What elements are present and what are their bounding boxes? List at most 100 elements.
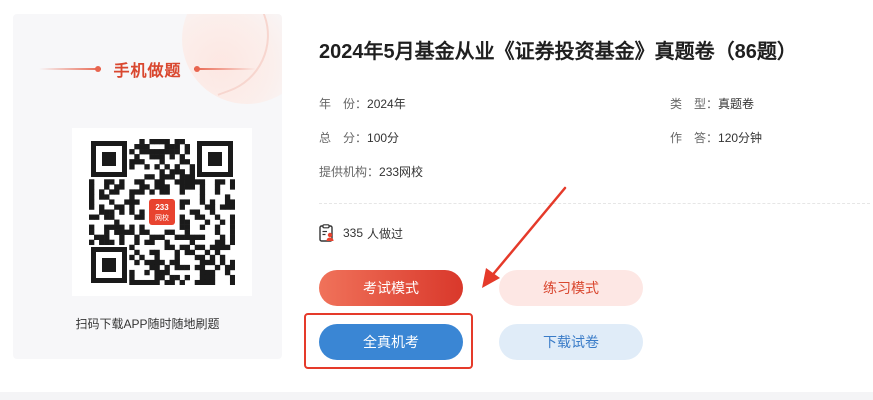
exam-title: 2024年5月基金从业《证券投资基金》真题卷（86题） <box>319 41 797 63</box>
qr-module <box>199 279 206 285</box>
qr-module <box>184 199 190 205</box>
qr-module <box>119 209 125 215</box>
meta-year-value: 2024年 <box>367 97 406 111</box>
qr-module <box>194 244 201 251</box>
qr-module <box>209 259 216 266</box>
qr-module <box>149 279 155 285</box>
qr-module <box>214 179 221 185</box>
qr-module <box>169 274 175 281</box>
qr-module <box>204 219 211 225</box>
qr-module <box>199 274 206 281</box>
qr-module <box>94 234 100 240</box>
qr-module <box>219 204 226 210</box>
qr-module <box>174 264 180 271</box>
qr-module <box>184 179 190 185</box>
qr-module <box>89 194 95 200</box>
qr-module <box>129 279 135 285</box>
title-deco-left <box>39 66 102 72</box>
qr-module <box>99 239 105 246</box>
qr-module <box>154 139 160 145</box>
qr-module <box>229 214 235 220</box>
qr-module <box>149 264 155 271</box>
exam-mode-button[interactable]: 考试模式 <box>319 270 463 306</box>
qr-module <box>209 204 216 210</box>
qr-module <box>169 169 175 175</box>
qr-module <box>104 229 110 235</box>
qr-module <box>229 224 235 230</box>
qr-module <box>164 184 170 190</box>
qr-module <box>134 234 140 240</box>
qr-module <box>224 194 231 200</box>
page: 手机做题 233 网校 扫码下载APP随时随地刷题 2024年5月基金从业《证券… <box>0 0 873 400</box>
qr-module <box>139 254 145 261</box>
qr-module <box>194 179 201 185</box>
done-count-row: 335 人做过 <box>319 223 403 243</box>
qr-module <box>169 259 175 266</box>
qr-module <box>89 199 95 205</box>
qr-module <box>189 179 196 185</box>
meta-provider-label: 提供机构： <box>319 165 380 179</box>
download-paper-button[interactable]: 下载试卷 <box>499 324 643 360</box>
qr-module <box>174 139 180 145</box>
qr-code: 233 网校 <box>72 128 252 296</box>
logo-text-top: 233 <box>155 203 169 212</box>
qr-module <box>119 239 125 246</box>
qr-module <box>214 239 221 246</box>
qr-module <box>199 214 206 220</box>
qr-module <box>199 244 206 251</box>
qr-module <box>174 259 180 266</box>
qr-code-image: 233 网校 <box>89 139 235 285</box>
qr-module <box>159 259 165 266</box>
qr-module <box>184 184 190 190</box>
qr-module <box>164 164 170 170</box>
qr-module <box>159 274 165 281</box>
qr-module <box>169 144 175 150</box>
qr-module <box>224 204 231 210</box>
qr-module <box>179 279 185 285</box>
qr-module <box>109 224 115 230</box>
qr-module <box>174 169 180 175</box>
qr-module <box>129 164 135 170</box>
qr-module <box>149 239 155 246</box>
qr-module <box>154 234 160 240</box>
qr-module <box>144 144 150 150</box>
qr-module <box>229 259 235 266</box>
qr-module <box>164 229 170 235</box>
qr-module <box>89 204 95 210</box>
qr-module <box>179 189 185 195</box>
meta-type: 类 型：真题卷 <box>670 95 754 112</box>
qr-module <box>149 139 155 145</box>
title-deco-right <box>193 66 256 72</box>
qr-module <box>134 259 140 266</box>
qr-module <box>164 144 170 150</box>
logo-text-bottom: 网校 <box>155 213 169 222</box>
qr-module <box>164 264 170 271</box>
qr-module <box>144 149 150 155</box>
qr-module <box>159 154 165 160</box>
qr-module <box>139 229 145 235</box>
meta-year: 年 份：2024年 <box>319 95 406 112</box>
meta-type-value: 真题卷 <box>718 97 755 111</box>
qr-module <box>129 254 135 261</box>
qr-module <box>144 229 150 235</box>
qr-title: 手机做题 <box>113 63 182 80</box>
qr-module <box>154 264 160 271</box>
qr-module <box>229 184 235 190</box>
qr-module <box>199 259 206 266</box>
qr-module <box>199 194 206 200</box>
qr-module <box>99 209 105 215</box>
qr-module <box>134 179 140 185</box>
qr-module <box>129 274 135 281</box>
qr-module <box>149 259 155 266</box>
qr-module <box>179 244 185 251</box>
qr-module <box>109 209 115 215</box>
qr-module <box>219 239 226 246</box>
qr-module <box>184 234 190 240</box>
qr-module <box>144 174 150 180</box>
qr-module <box>154 249 160 256</box>
qr-module <box>99 234 105 240</box>
qr-module <box>179 179 185 185</box>
qr-module <box>199 254 206 261</box>
qr-module <box>209 279 216 285</box>
qr-module <box>209 209 216 215</box>
